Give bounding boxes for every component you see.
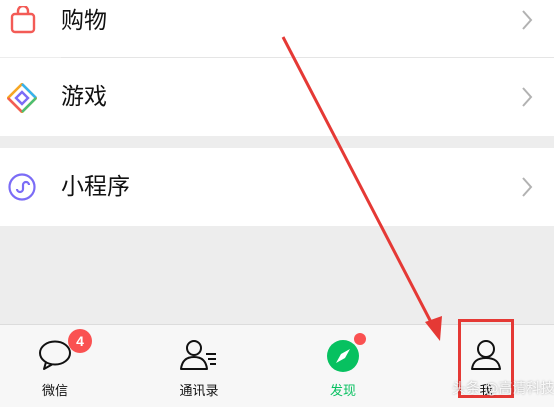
- tab-label: 发现: [329, 384, 356, 399]
- tab-contacts[interactable]: 通讯录: [144, 325, 254, 407]
- compass-icon: [326, 339, 360, 377]
- chevron-right-icon: [520, 86, 534, 112]
- menu-item-label: 购物: [61, 8, 107, 34]
- menu-item-mini-programs[interactable]: 小程序: [0, 148, 554, 226]
- shopping-bag-icon: [10, 4, 36, 38]
- menu-item-label: 游戏: [61, 84, 107, 110]
- section-gap: [0, 136, 554, 148]
- menu-item-label: 小程序: [61, 174, 130, 200]
- tab-chats[interactable]: 4 微信: [0, 325, 110, 407]
- tab-label: 微信: [41, 384, 68, 399]
- menu-item-games[interactable]: 游戏: [0, 58, 554, 136]
- unread-badge: 4: [68, 329, 92, 353]
- menu-item-shopping[interactable]: 购物: [0, 0, 554, 57]
- chevron-right-icon: [520, 9, 534, 35]
- new-content-dot: [354, 333, 366, 345]
- contacts-icon: [179, 339, 219, 375]
- game-diamond-icon: [6, 82, 38, 117]
- chevron-right-icon: [520, 176, 534, 202]
- watermark: 头条 @高清科技: [452, 381, 554, 397]
- mini-program-icon: [8, 173, 36, 205]
- tab-discover[interactable]: 发现: [288, 325, 398, 407]
- tab-label: 通讯录: [179, 384, 219, 399]
